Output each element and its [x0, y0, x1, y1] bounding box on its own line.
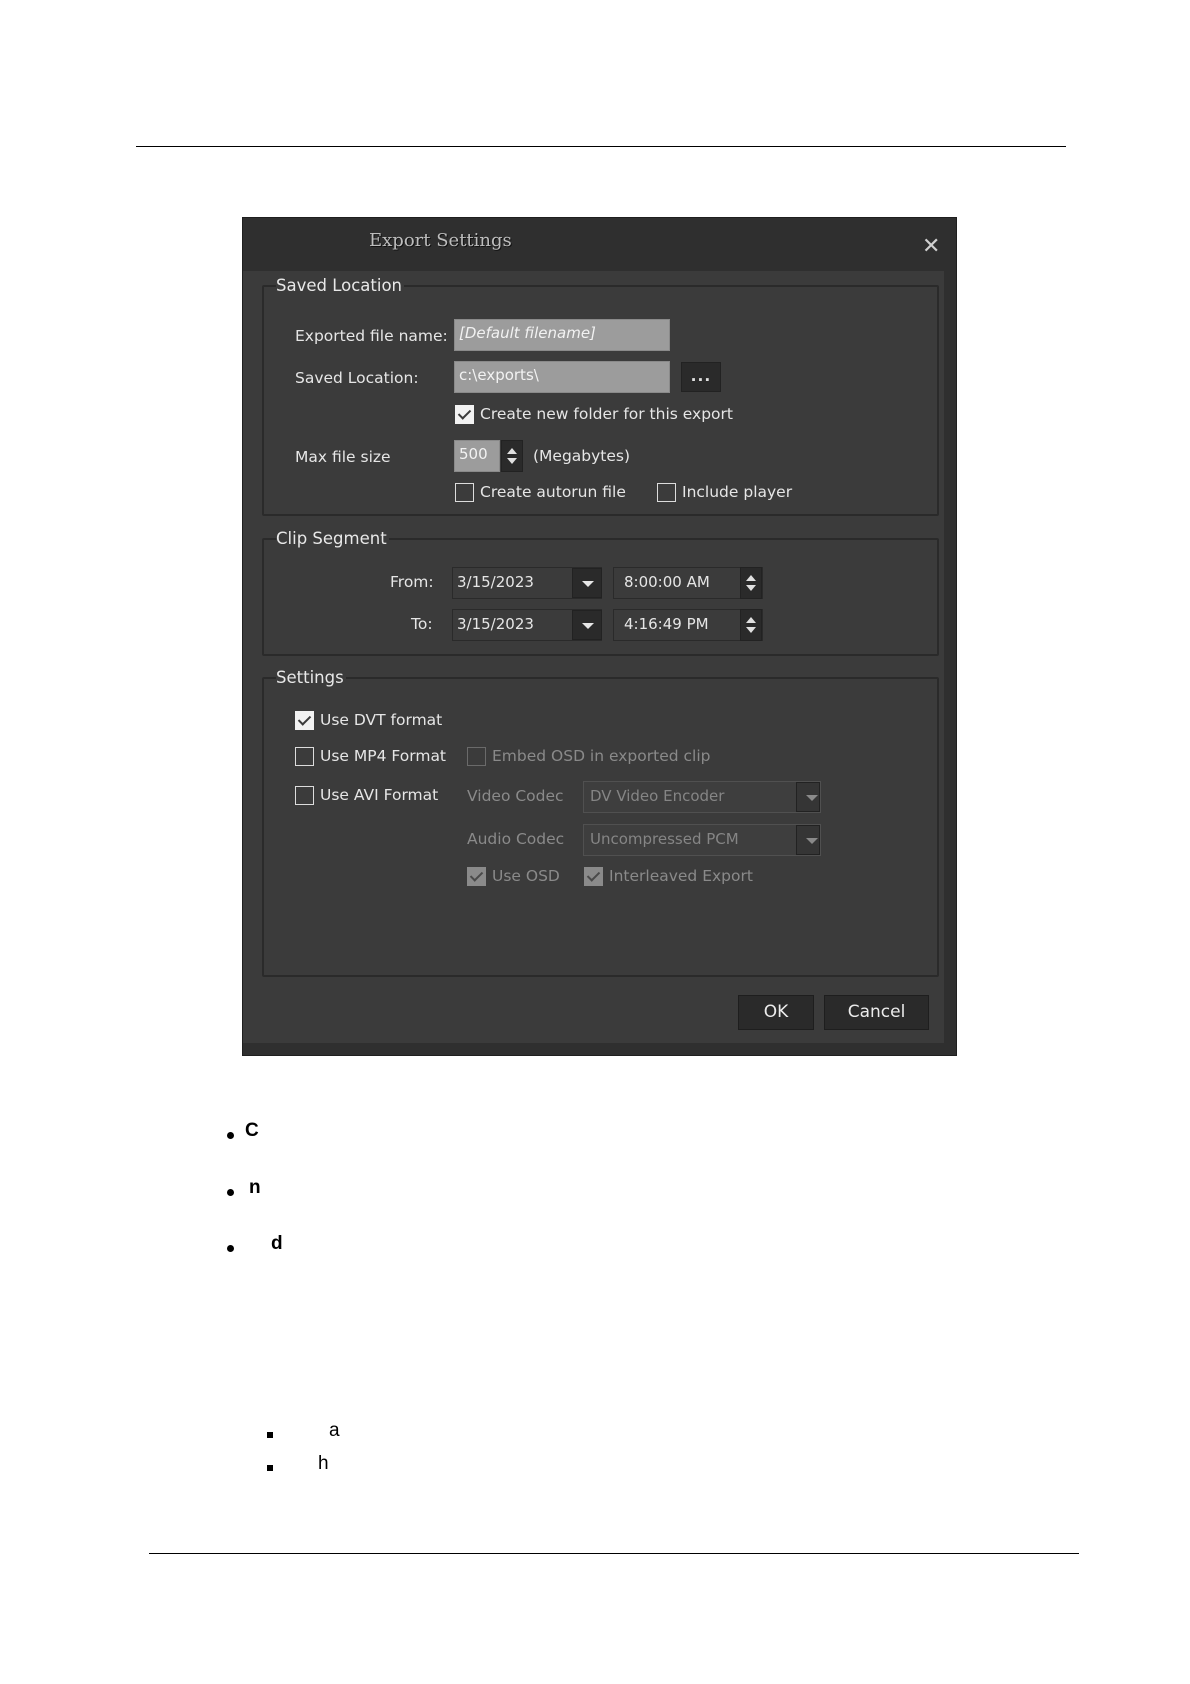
- from-date-dropdown-icon[interactable]: [572, 568, 602, 598]
- max-size-input[interactable]: 500: [454, 440, 500, 472]
- embed-osd-checkbox[interactable]: [467, 747, 486, 766]
- autorun-label: Create autorun file: [480, 483, 626, 501]
- dvt-format-label: Use DVT format: [320, 711, 443, 729]
- embed-osd-label: Embed OSD in exported clip: [492, 747, 711, 765]
- max-size-unit: (Megabytes): [533, 447, 631, 465]
- to-date-dropdown-icon[interactable]: [572, 610, 602, 640]
- from-label: From:: [390, 573, 434, 591]
- sub-bullet-item: a: [329, 1420, 340, 1441]
- sub-bullet-item: h: [318, 1453, 329, 1474]
- spin-up-icon[interactable]: [746, 575, 756, 581]
- interleaved-export-label: Interleaved Export: [609, 867, 753, 885]
- mp4-format-checkbox[interactable]: [295, 747, 314, 766]
- autorun-checkbox[interactable]: [455, 483, 474, 502]
- spin-up-icon[interactable]: [746, 617, 756, 623]
- max-size-label: Max file size: [295, 448, 391, 466]
- clip-segment-group: Clip Segment From: 3/15/2023 8:00:00 AM …: [262, 529, 939, 656]
- use-osd-checkbox[interactable]: [467, 867, 486, 886]
- include-player-checkbox[interactable]: [657, 483, 676, 502]
- settings-legend: Settings: [276, 668, 346, 687]
- settings-group: Settings Use DVT format Use MP4 Format E…: [262, 668, 939, 977]
- audio-codec-dropdown-icon[interactable]: [796, 825, 820, 855]
- saved-location-label: Saved Location:: [295, 369, 419, 387]
- dialog-frame-bottom: [243, 1043, 956, 1055]
- use-osd-label: Use OSD: [492, 867, 560, 885]
- include-player-label: Include player: [682, 483, 793, 501]
- saved-location-input[interactable]: c:\exports\: [454, 361, 670, 393]
- interleaved-export-checkbox[interactable]: [584, 867, 603, 886]
- spin-down-icon[interactable]: [507, 458, 517, 464]
- audio-codec-select[interactable]: Uncompressed PCM: [583, 824, 821, 856]
- dialog-title: Export Settings: [369, 230, 512, 251]
- to-label: To:: [411, 615, 433, 633]
- to-time-spinner[interactable]: [740, 609, 762, 641]
- sub-bullet-square-icon: [267, 1432, 273, 1438]
- close-icon[interactable]: ✕: [922, 236, 940, 258]
- saved-location-group: Saved Location Exported file name: [Defa…: [262, 276, 939, 516]
- bullet-item: C: [245, 1120, 259, 1141]
- bullet-item: d: [271, 1233, 283, 1254]
- bullet-dot-icon: [227, 1245, 234, 1252]
- saved-location-legend: Saved Location: [276, 276, 405, 295]
- dvt-format-checkbox[interactable]: [295, 711, 314, 730]
- spin-up-icon[interactable]: [507, 448, 517, 454]
- sub-bullet-square-icon: [267, 1465, 273, 1471]
- avi-format-label: Use AVI Format: [320, 786, 439, 804]
- dialog-titlebar[interactable]: Export Settings ✕: [243, 218, 956, 271]
- bullet-dot-icon: [227, 1132, 234, 1139]
- create-folder-label: Create new folder for this export: [480, 405, 733, 423]
- cancel-button[interactable]: Cancel: [824, 995, 929, 1030]
- spin-down-icon[interactable]: [746, 627, 756, 633]
- mp4-format-label: Use MP4 Format: [320, 747, 447, 765]
- video-codec-label: Video Codec: [467, 787, 564, 805]
- ok-button[interactable]: OK: [738, 995, 814, 1030]
- file-name-input[interactable]: [Default filename]: [454, 319, 670, 351]
- from-time-spinner[interactable]: [740, 567, 762, 599]
- avi-format-checkbox[interactable]: [295, 786, 314, 805]
- create-folder-checkbox[interactable]: [455, 405, 474, 424]
- bullet-dot-icon: [227, 1189, 234, 1196]
- file-name-label: Exported file name:: [295, 327, 448, 345]
- export-settings-dialog: Export Settings ✕ Saved Location Exporte…: [242, 217, 957, 1056]
- header-rule: [136, 146, 1066, 147]
- footer-rule: [149, 1553, 1079, 1554]
- max-size-spinner[interactable]: [501, 440, 523, 472]
- spin-down-icon[interactable]: [746, 585, 756, 591]
- clip-segment-legend: Clip Segment: [276, 529, 389, 548]
- audio-codec-label: Audio Codec: [467, 830, 565, 848]
- video-codec-dropdown-icon[interactable]: [796, 782, 820, 812]
- dialog-frame-right: [944, 271, 956, 1045]
- video-codec-select[interactable]: DV Video Encoder: [583, 781, 821, 813]
- browse-button[interactable]: ...: [681, 362, 721, 392]
- bullet-item: n: [249, 1177, 261, 1198]
